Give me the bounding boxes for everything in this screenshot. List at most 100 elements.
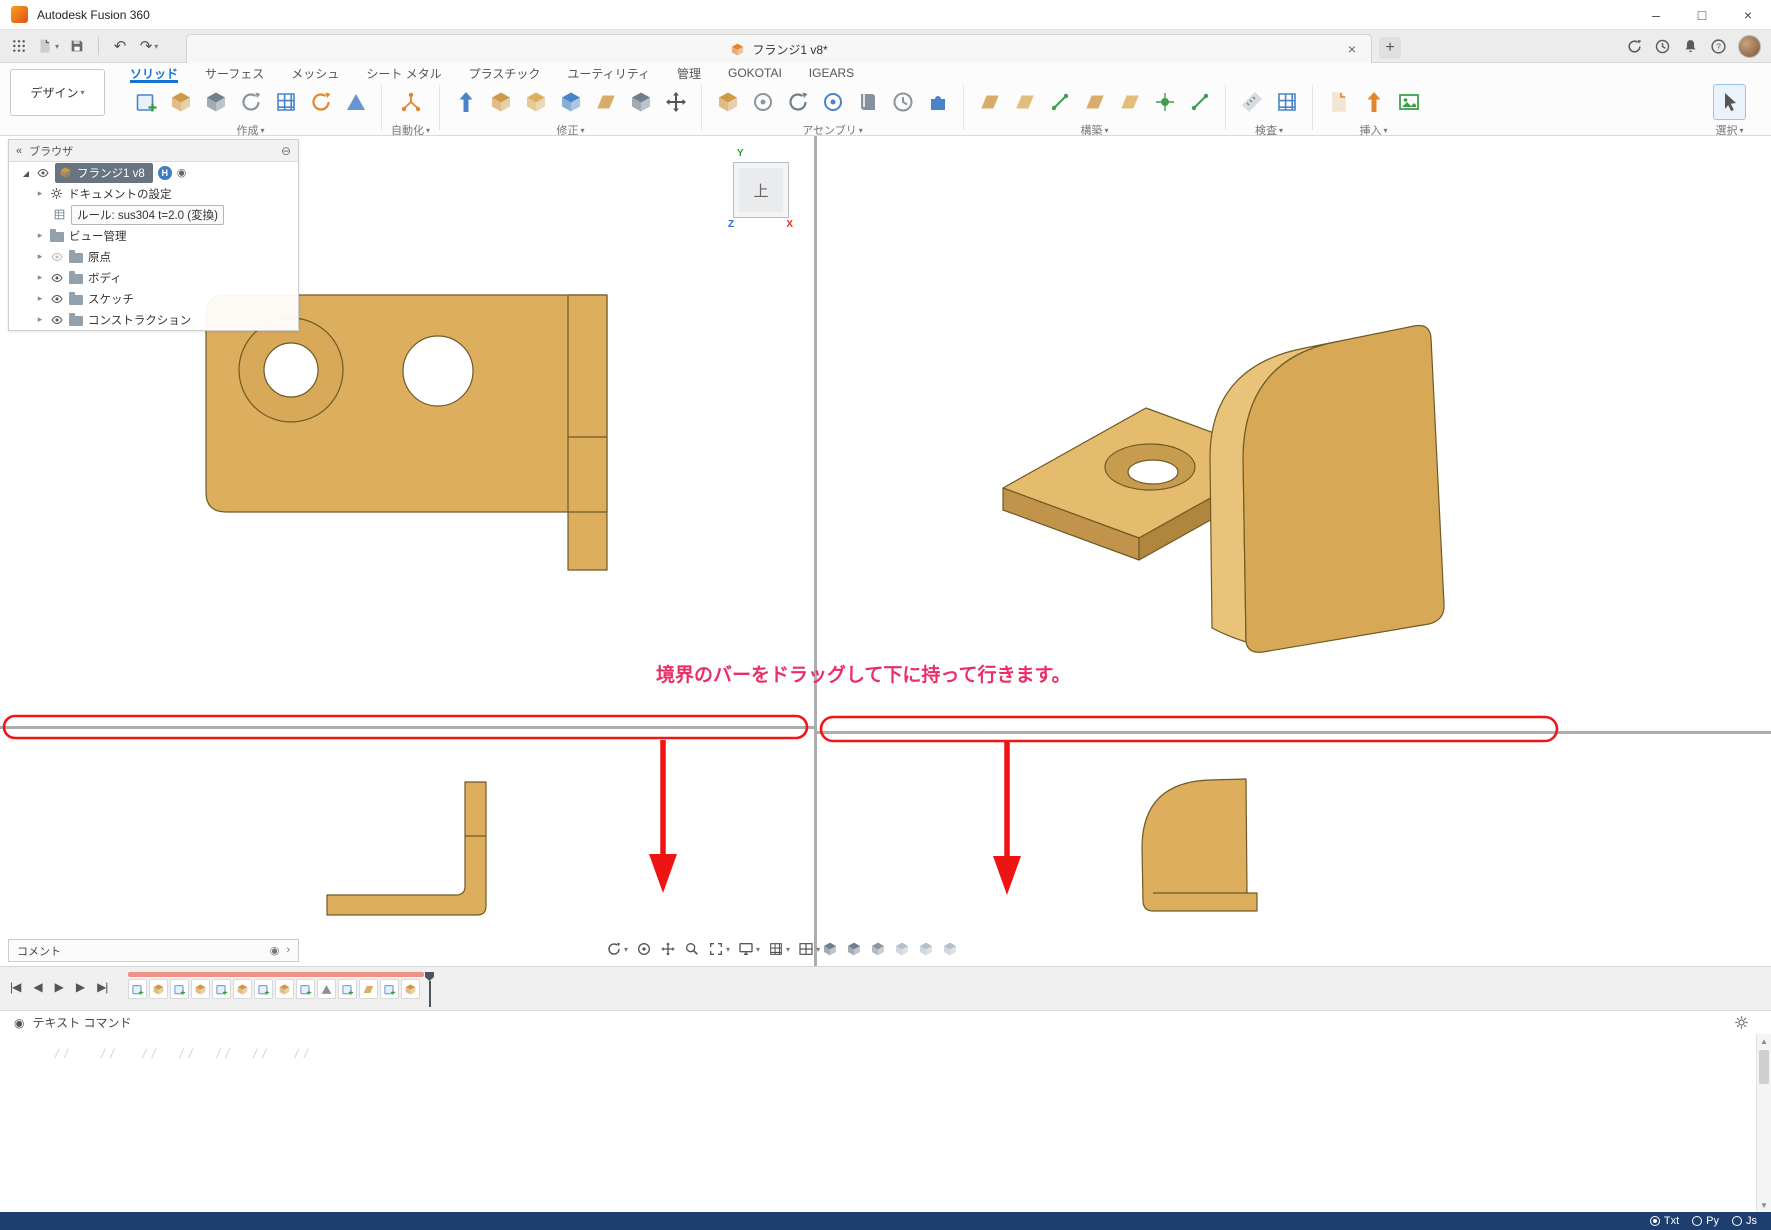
timeline-feature-hole[interactable]: [191, 979, 210, 999]
viewcube-face-label[interactable]: 上: [753, 180, 768, 201]
midplane-button[interactable]: [1008, 84, 1041, 120]
axis-button[interactable]: [1043, 84, 1076, 120]
collapsed-triangle-icon[interactable]: [35, 188, 45, 199]
move-copy-button[interactable]: [659, 84, 692, 120]
section-analysis-button[interactable]: [1270, 84, 1303, 120]
statusbar-option-txt[interactable]: Txt: [1649, 1215, 1679, 1227]
new-document-tab-button[interactable]: +: [1379, 37, 1401, 59]
shaded-cube-icon[interactable]: [870, 941, 886, 957]
collapse-panel-icon[interactable]: «: [16, 145, 22, 157]
comment-record-icon[interactable]: ◉: [270, 944, 280, 957]
scroll-thumb[interactable]: [1759, 1050, 1769, 1084]
browser-row-rule[interactable]: ルール: sus304 t=2.0 (変換): [9, 204, 298, 225]
app-grid-icon[interactable]: [6, 33, 32, 59]
timeline-feature-sketch[interactable]: [380, 979, 399, 999]
wire-cube-icon[interactable]: [894, 941, 910, 957]
timeline-feature-sketch[interactable]: [254, 979, 273, 999]
loft-button[interactable]: [339, 84, 372, 120]
timeline-feature-sketch[interactable]: [212, 979, 231, 999]
revolve-button[interactable]: [234, 84, 267, 120]
new-component-button[interactable]: [711, 84, 744, 120]
construct-group-dropdown[interactable]: 構築: [1081, 122, 1109, 138]
fit-icon[interactable]: [708, 941, 730, 957]
timeline-feature-shell[interactable]: [275, 979, 294, 999]
tangent-plane-button[interactable]: [1113, 84, 1146, 120]
activate-radio-icon[interactable]: ◉: [177, 166, 187, 179]
timeline-feature-fillet[interactable]: [233, 979, 252, 999]
create-sketch-button[interactable]: [129, 84, 162, 120]
create-form-button[interactable]: [164, 84, 197, 120]
statusbar-option-js[interactable]: Js: [1732, 1215, 1757, 1227]
step-back-icon[interactable]: ◀: [33, 980, 42, 994]
corner-view-model[interactable]: [1141, 778, 1258, 912]
viewport-splitter-horizontal-left[interactable]: [0, 726, 814, 729]
browser-minimize-icon[interactable]: ⊖: [281, 144, 291, 158]
visibility-eye-icon[interactable]: [50, 314, 64, 326]
viewport-splitter-vertical[interactable]: [814, 136, 817, 966]
text-command-header[interactable]: ◉ テキスト コマンド: [0, 1010, 1771, 1034]
create-group-dropdown[interactable]: 作成: [236, 122, 264, 138]
version-history-icon[interactable]: [1654, 38, 1671, 55]
plane-at-angle-button[interactable]: [1078, 84, 1111, 120]
top-view-model[interactable]: [205, 294, 608, 571]
select-group-dropdown[interactable]: 選択: [1715, 122, 1743, 138]
scrollbar[interactable]: ▲ ▼: [1756, 1034, 1771, 1212]
visibility-eye-icon[interactable]: [36, 167, 50, 179]
timeline-feature-extrude[interactable]: [149, 979, 168, 999]
document-tab-close-icon[interactable]: ×: [1343, 41, 1361, 57]
shaded-cube-icon[interactable]: [846, 941, 862, 957]
radio-py[interactable]: [1692, 1216, 1703, 1226]
minimize-button[interactable]: –: [1633, 0, 1679, 29]
replace-face-button[interactable]: [589, 84, 622, 120]
motion-study-button[interactable]: [886, 84, 919, 120]
press-pull-button[interactable]: [449, 84, 482, 120]
browser-row-bodies[interactable]: ボディ: [9, 267, 298, 288]
as-built-joint-button[interactable]: [781, 84, 814, 120]
go-to-start-icon[interactable]: |◀: [10, 980, 21, 994]
split-body-button[interactable]: [624, 84, 657, 120]
save-icon[interactable]: [64, 33, 90, 59]
visibility-eye-icon[interactable]: [50, 293, 64, 305]
modify-group-dropdown[interactable]: 修正: [557, 122, 585, 138]
visibility-eye-icon[interactable]: [50, 251, 64, 263]
collapsed-triangle-icon[interactable]: [35, 314, 45, 325]
automated-modeling-button[interactable]: [394, 84, 427, 120]
comment-expand-icon[interactable]: ›: [286, 944, 290, 957]
job-status-icon[interactable]: [1626, 38, 1643, 55]
joint-button[interactable]: [746, 84, 779, 120]
comment-panel[interactable]: コメント ◉ ›: [8, 939, 299, 962]
insert-group-dropdown[interactable]: 挿入: [1360, 122, 1388, 138]
coil-button[interactable]: [304, 84, 337, 120]
maximize-button[interactable]: □: [1679, 0, 1725, 29]
tab-igears[interactable]: IGEARS: [809, 63, 854, 83]
redo-icon[interactable]: ↷: [136, 33, 162, 59]
collapsed-triangle-icon[interactable]: [35, 251, 45, 262]
browser-row-sketches[interactable]: スケッチ: [9, 288, 298, 309]
automate-group-dropdown[interactable]: 自動化: [391, 122, 430, 138]
zoom-icon[interactable]: [684, 941, 700, 957]
radio-js[interactable]: [1732, 1216, 1742, 1226]
timeline-feature-sketch[interactable]: [128, 979, 147, 999]
history-badge[interactable]: H: [157, 165, 172, 180]
timeline-position-marker[interactable]: [425, 972, 435, 1007]
tab-plastic[interactable]: プラスチック: [469, 63, 541, 83]
measure-button[interactable]: [1235, 84, 1268, 120]
visibility-eye-icon[interactable]: [50, 272, 64, 284]
user-avatar[interactable]: [1738, 34, 1761, 58]
timeline-feature-sketch[interactable]: [296, 979, 315, 999]
go-to-end-icon[interactable]: ▶|: [97, 980, 108, 994]
assemble-group-dropdown[interactable]: アセンブリ: [802, 122, 862, 138]
collapsed-triangle-icon[interactable]: [35, 230, 45, 241]
fillet-button[interactable]: [484, 84, 517, 120]
text-command-toggle-icon[interactable]: ◉: [14, 1016, 24, 1030]
collapsed-triangle-icon[interactable]: [35, 293, 45, 304]
viewport-layout-icon[interactable]: [798, 941, 820, 957]
statusbar-option-py[interactable]: Py: [1692, 1215, 1719, 1227]
browser-row-named-views[interactable]: ビュー管理: [9, 225, 298, 246]
root-component-chip[interactable]: フランジ1 v8: [55, 162, 153, 183]
tab-utilities[interactable]: ユーティリティ: [567, 63, 650, 83]
viewport-splitter-horizontal-right[interactable]: [817, 731, 1771, 734]
tab-gokotai[interactable]: GOKOTAI: [728, 63, 782, 83]
radio-txt[interactable]: [1649, 1216, 1660, 1226]
document-tab[interactable]: フランジ1 v8* ×: [186, 34, 1372, 63]
